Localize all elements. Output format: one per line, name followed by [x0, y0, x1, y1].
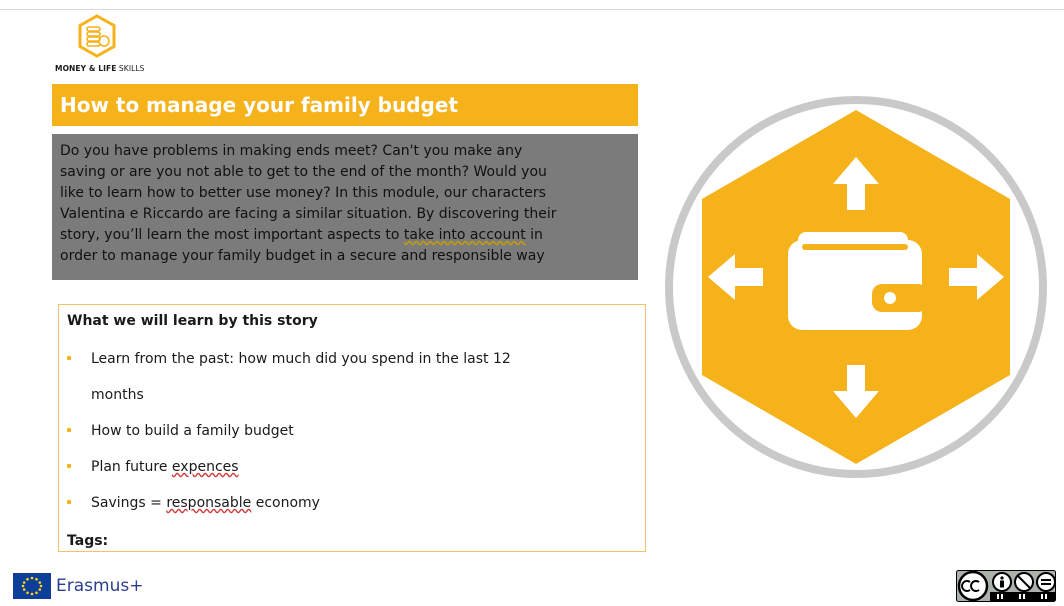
- logo-text: MONEY & LIFE SKILLS: [55, 64, 145, 73]
- logo: MONEY & LIFE SKILLS: [55, 14, 175, 74]
- list-item: Plan future expences: [59, 449, 619, 485]
- list-item: Savings = responsable economy: [59, 485, 619, 521]
- page-title: How to manage your family budget: [52, 84, 638, 126]
- bullet-icon: [67, 500, 71, 504]
- bullet-icon: [67, 428, 71, 432]
- tags-label: Tags:: [67, 533, 109, 549]
- intro-paragraph: Do you have problems in making ends meet…: [52, 134, 638, 280]
- wallet-arrows-hexagon-icon: [646, 92, 1064, 486]
- bullet-icon: [67, 464, 71, 468]
- erasmus-label: Erasmus+: [56, 576, 144, 596]
- learn-list: Learn from the past: how much did you sp…: [59, 341, 619, 521]
- list-item: Learn from the past: how much did you sp…: [59, 341, 619, 377]
- top-divider: [0, 9, 1064, 10]
- learn-heading: What we will learn by this story: [67, 313, 318, 329]
- coins-hexagon-logo-icon: [78, 14, 116, 58]
- bullet-icon: [67, 356, 71, 360]
- list-item: How to build a family budget: [59, 413, 619, 449]
- cc-by-nc-nd-icon: [956, 570, 1056, 602]
- take-into-account-phrase: take into account: [403, 227, 526, 243]
- eu-flag-icon: [13, 573, 51, 599]
- learn-box: What we will learn by this story Learn f…: [58, 304, 646, 552]
- list-item-continuation: months: [91, 387, 144, 403]
